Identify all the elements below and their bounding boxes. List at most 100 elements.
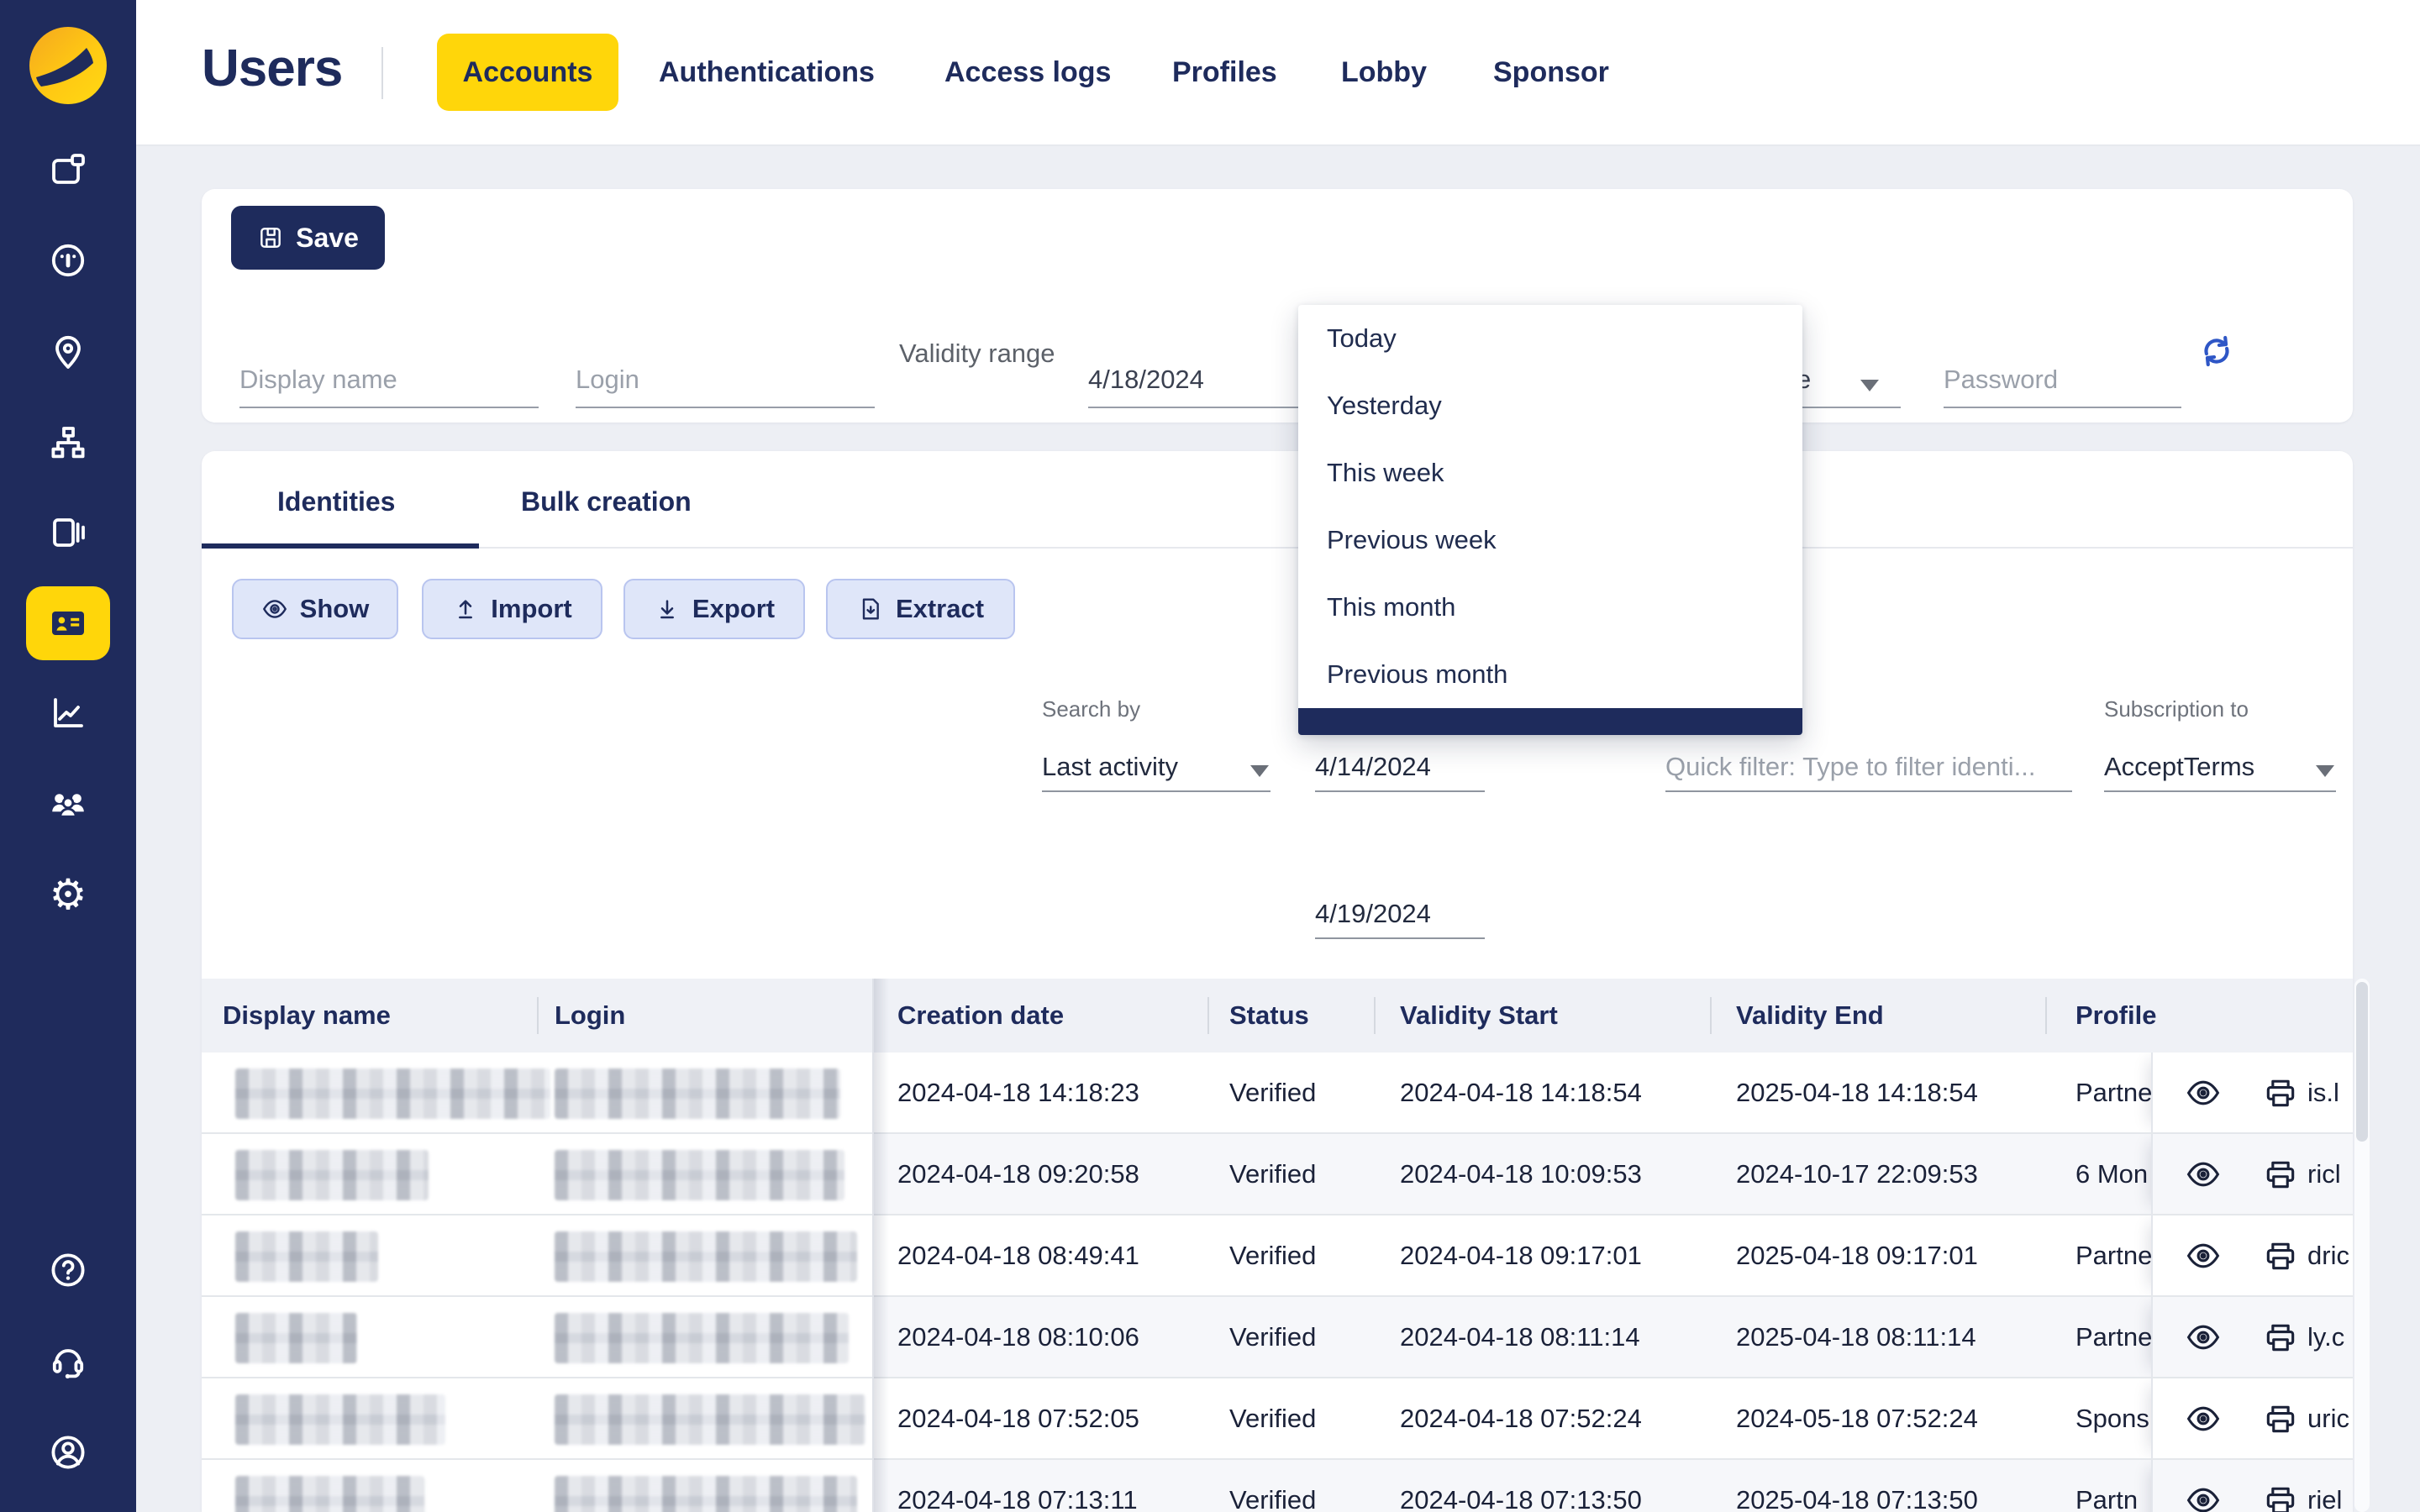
top-tab-lobby[interactable]: Lobby bbox=[1341, 0, 1427, 144]
sidebar-item-identities-active[interactable] bbox=[26, 586, 110, 660]
col-login[interactable]: Login bbox=[555, 979, 625, 1053]
print-icon[interactable] bbox=[2262, 1319, 2299, 1356]
validity-end-cell: 2025-04-18 14:18:54 bbox=[1736, 1053, 1978, 1132]
table-row[interactable]: 2024-04-18 09:20:58 Verified 2024-04-18 … bbox=[202, 1134, 2353, 1215]
creation-date-cell: 2024-04-18 08:10:06 bbox=[897, 1297, 1139, 1377]
display-name-input[interactable]: Display name bbox=[239, 328, 539, 408]
export-button[interactable]: Export bbox=[623, 579, 805, 639]
redacted-login bbox=[555, 1068, 840, 1119]
view-icon[interactable] bbox=[2185, 1074, 2222, 1111]
sidebar: ⚙ bbox=[0, 0, 136, 1512]
view-icon[interactable] bbox=[2185, 1319, 2222, 1356]
validity-end-cell: 2025-04-18 09:17:01 bbox=[1736, 1215, 1978, 1295]
col-creation-date[interactable]: Creation date bbox=[897, 979, 1064, 1053]
validity-range-label: Validity range bbox=[899, 339, 1055, 369]
sitemap-icon[interactable] bbox=[48, 423, 88, 463]
activity-date-to-input[interactable]: 4/19/2024 bbox=[1315, 875, 1485, 939]
col-display-name[interactable]: Display name bbox=[223, 979, 391, 1053]
view-icon[interactable] bbox=[2185, 1156, 2222, 1193]
subscription-select[interactable]: AcceptTerms bbox=[2104, 728, 2336, 792]
table-row[interactable]: 2024-04-18 14:18:23 Verified 2024-04-18 … bbox=[202, 1053, 2353, 1134]
eye-icon bbox=[261, 596, 288, 622]
dropdown-item-previous-week[interactable]: Previous week bbox=[1298, 507, 1802, 574]
table-row[interactable]: 2024-04-18 08:10:06 Verified 2024-04-18 … bbox=[202, 1297, 2353, 1378]
quick-filter-input[interactable]: Quick filter: Type to filter identi... bbox=[1665, 728, 2072, 792]
table-row[interactable]: 2024-04-18 08:49:41 Verified 2024-04-18 … bbox=[202, 1215, 2353, 1297]
validity-start-cell: 2024-04-18 14:18:54 bbox=[1400, 1053, 1642, 1132]
people-icon[interactable] bbox=[48, 784, 88, 824]
validity-start-cell: 2024-04-18 09:17:01 bbox=[1400, 1215, 1642, 1295]
row-actions: uric bbox=[2151, 1378, 2353, 1458]
status-cell: Verified bbox=[1229, 1215, 1316, 1295]
col-validity-start[interactable]: Validity Start bbox=[1400, 979, 1558, 1053]
headset-icon[interactable] bbox=[48, 1341, 88, 1381]
status-cell: Verified bbox=[1229, 1378, 1316, 1458]
col-status[interactable]: Status bbox=[1229, 979, 1309, 1053]
creation-date-cell: 2024-04-18 07:52:05 bbox=[897, 1378, 1139, 1458]
top-tab-profiles[interactable]: Profiles bbox=[1172, 0, 1277, 144]
col-validity-end[interactable]: Validity End bbox=[1736, 979, 1884, 1053]
print-icon[interactable] bbox=[2262, 1482, 2299, 1512]
view-icon[interactable] bbox=[2185, 1237, 2222, 1274]
view-icon[interactable] bbox=[2185, 1482, 2222, 1512]
search-by-label: Search by bbox=[1042, 696, 1140, 722]
gear-icon[interactable]: ⚙ bbox=[48, 874, 88, 915]
print-icon[interactable] bbox=[2262, 1156, 2299, 1193]
partially-hidden-select[interactable]: e bbox=[1797, 328, 1901, 408]
chart-icon[interactable] bbox=[48, 693, 88, 733]
import-button[interactable]: Import bbox=[422, 579, 602, 639]
table-row[interactable]: 2024-04-18 07:52:05 Verified 2024-04-18 … bbox=[202, 1378, 2353, 1460]
top-tab-accounts[interactable]: Accounts bbox=[437, 34, 618, 111]
tab-bulk-creation[interactable]: Bulk creation bbox=[521, 486, 692, 517]
show-button[interactable]: Show bbox=[232, 579, 398, 639]
pinned-columns-divider bbox=[872, 979, 889, 1512]
dropdown-item-yesterday[interactable]: Yesterday bbox=[1298, 372, 1802, 439]
dropdown-item-previous-month[interactable]: Previous month bbox=[1298, 641, 1802, 708]
login-input[interactable]: Login bbox=[576, 328, 875, 408]
view-icon[interactable] bbox=[2185, 1400, 2222, 1437]
col-profile[interactable]: Profile bbox=[2075, 979, 2156, 1053]
dropdown-item-this-week[interactable]: This week bbox=[1298, 439, 1802, 507]
table-scrollbar[interactable] bbox=[2354, 979, 2370, 1512]
dashboard-gauge-icon[interactable] bbox=[48, 240, 88, 281]
location-pin-icon[interactable] bbox=[48, 332, 88, 372]
refresh-icon[interactable] bbox=[2196, 330, 2238, 372]
dropdown-item-this-month[interactable]: This month bbox=[1298, 574, 1802, 641]
clipped-column-text: ricl bbox=[2307, 1134, 2353, 1214]
profile-cell: Partne bbox=[2075, 1053, 2151, 1132]
table-row[interactable]: 2024-04-18 07:13:11 Verified 2024-04-18 … bbox=[202, 1460, 2353, 1512]
print-icon[interactable] bbox=[2262, 1074, 2299, 1111]
date-range-dropdown: TodayYesterdayThis weekPrevious weekThis… bbox=[1298, 305, 1802, 735]
kiosk-icon[interactable] bbox=[48, 512, 88, 553]
table-body: 2024-04-18 14:18:23 Verified 2024-04-18 … bbox=[202, 1053, 2353, 1512]
save-label: Save bbox=[296, 223, 359, 254]
profile-cell: Partne bbox=[2075, 1215, 2151, 1295]
creation-date-cell: 2024-04-18 09:20:58 bbox=[897, 1134, 1139, 1214]
redacted-display-name bbox=[235, 1068, 550, 1119]
password-input[interactable]: Password bbox=[1944, 328, 2181, 408]
clipped-column-text: ly.c bbox=[2307, 1297, 2353, 1377]
column-divider bbox=[537, 997, 539, 1034]
chevron-down-icon bbox=[1250, 765, 1269, 777]
top-tab-access-logs[interactable]: Access logs bbox=[944, 0, 1111, 144]
dropdown-item-today[interactable]: Today bbox=[1298, 305, 1802, 372]
dropdown-item-highlighted-partial[interactable] bbox=[1298, 708, 1802, 735]
extract-button[interactable]: Extract bbox=[826, 579, 1015, 639]
scrollbar-thumb[interactable] bbox=[2356, 982, 2368, 1142]
activity-date-from-input[interactable]: 4/14/2024 bbox=[1315, 728, 1485, 792]
print-icon[interactable] bbox=[2262, 1237, 2299, 1274]
status-cell: Verified bbox=[1229, 1460, 1316, 1512]
upload-icon bbox=[452, 596, 479, 622]
help-icon[interactable] bbox=[48, 1250, 88, 1290]
search-by-select[interactable]: Last activity bbox=[1042, 728, 1270, 792]
badge-icon[interactable] bbox=[48, 150, 88, 190]
validity-start-date-input[interactable]: 4/18/2024 bbox=[1088, 328, 1298, 408]
save-button[interactable]: Save bbox=[231, 206, 385, 270]
brand-logo bbox=[28, 25, 108, 106]
account-icon[interactable] bbox=[48, 1432, 88, 1473]
tab-identities[interactable]: Identities bbox=[277, 486, 395, 517]
redacted-login bbox=[555, 1150, 844, 1200]
top-tab-authentications[interactable]: Authentications bbox=[659, 0, 875, 144]
print-icon[interactable] bbox=[2262, 1400, 2299, 1437]
top-tab-sponsor[interactable]: Sponsor bbox=[1493, 0, 1609, 144]
